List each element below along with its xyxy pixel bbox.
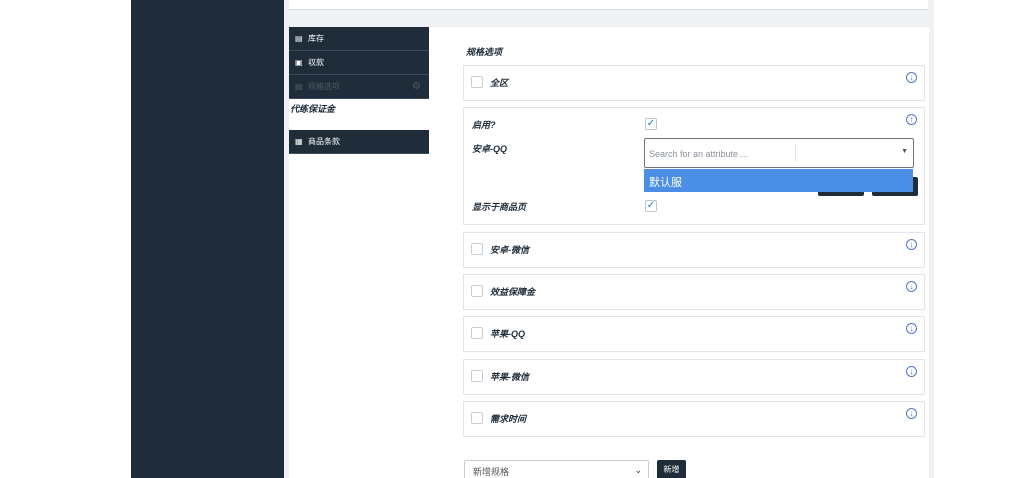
- option-checkbox[interactable]: [471, 243, 483, 255]
- option-checkbox[interactable]: [471, 412, 483, 424]
- add-spec-select-value: 新增规格: [473, 467, 510, 477]
- tab-product-terms[interactable]: ▦ 商品条款: [289, 130, 429, 154]
- chevron-down-icon: ⌄: [634, 465, 642, 475]
- dropdown-option[interactable]: 默认服: [644, 169, 913, 192]
- select-divider: [795, 144, 796, 162]
- expand-icon[interactable]: ↓: [906, 408, 917, 419]
- database-icon: ▤: [295, 34, 303, 43]
- enabled-checkbox[interactable]: ✓: [645, 118, 657, 130]
- tab-spec-options-label: 规格选项: [308, 82, 340, 91]
- tab-payment-label: 収款: [308, 58, 324, 67]
- add-button[interactable]: 新增: [657, 460, 686, 478]
- tab-deposit-label: 代练保证金: [290, 104, 336, 114]
- option-label: 效益保障金: [490, 287, 536, 297]
- attribute-select[interactable]: Search for an attribute ... ▼: [644, 138, 914, 168]
- expand-icon[interactable]: ↓: [906, 72, 917, 83]
- option-label: 安卓-微信: [490, 245, 529, 255]
- option-label: 全区: [490, 78, 509, 88]
- collapse-icon[interactable]: ↑: [906, 114, 917, 125]
- top-card: [289, 0, 928, 10]
- expand-icon[interactable]: ↓: [906, 281, 917, 292]
- left-sidebar: [131, 0, 284, 478]
- money-icon: ▣: [295, 58, 303, 67]
- option-label: 苹果-微信: [490, 372, 529, 382]
- option-label: 需求时间: [490, 414, 527, 424]
- tab-deposit[interactable]: 代练保证金: [289, 99, 429, 130]
- show-on-product-page-label: 显示于商品页: [472, 202, 527, 212]
- option-row[interactable]: 苹果-QQ ↓: [463, 316, 925, 352]
- attribute-search-placeholder: Search for an attribute ...: [649, 149, 749, 159]
- android-qq-label: 安卓-QQ: [472, 144, 507, 154]
- tab-inventory[interactable]: ▤ 库存: [289, 27, 429, 51]
- option-checkbox[interactable]: [471, 76, 483, 88]
- show-on-product-page-checkbox[interactable]: ✓: [645, 200, 657, 212]
- options-title: 规格选项: [466, 47, 503, 57]
- add-spec-select[interactable]: 新增规格 ⌄: [464, 460, 649, 478]
- tab-payment[interactable]: ▣ 収款: [289, 51, 429, 75]
- tab-product-terms-label: 商品条款: [308, 137, 340, 146]
- option-checkbox[interactable]: [471, 285, 483, 297]
- tab-spec-options[interactable]: ▤ 规格选项 ⚙: [289, 75, 429, 99]
- option-checkbox[interactable]: [471, 370, 483, 382]
- expand-icon[interactable]: ↓: [906, 366, 917, 377]
- enabled-label: 启用?: [472, 120, 496, 130]
- product-tabs: ▤ 库存 ▣ 収款 ▤ 规格选项 ⚙ 代练保证金 ▦ 商品条款: [289, 27, 429, 154]
- option-label: 苹果-QQ: [490, 329, 525, 339]
- option-row[interactable]: 苹果-微信 ↓: [463, 359, 925, 395]
- option-row[interactable]: 全区 ↓: [463, 65, 925, 101]
- option-row[interactable]: 安卓-微信 ↓: [463, 232, 925, 268]
- list-icon: ▤: [295, 82, 303, 91]
- option-row[interactable]: 效益保障金 ↓: [463, 274, 925, 310]
- expand-icon[interactable]: ↓: [906, 323, 917, 334]
- chevron-down-icon[interactable]: ▼: [901, 148, 908, 155]
- tab-inventory-label: 库存: [308, 34, 324, 43]
- option-checkbox[interactable]: [471, 327, 483, 339]
- gear-icon: ⚙: [412, 81, 421, 92]
- option-row[interactable]: 需求时间 ↓: [463, 401, 925, 437]
- expand-icon[interactable]: ↓: [906, 239, 917, 250]
- terms-icon: ▦: [295, 137, 303, 146]
